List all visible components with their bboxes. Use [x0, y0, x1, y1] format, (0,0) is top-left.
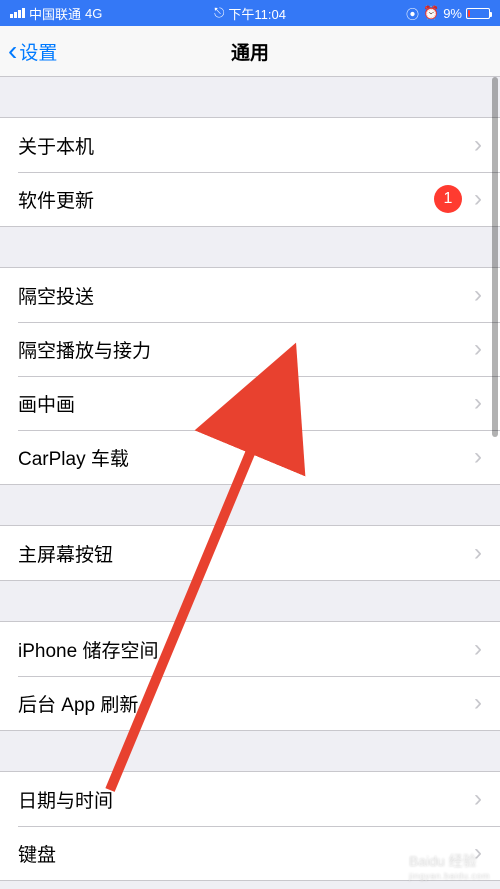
nav-bar: ‹ 设置 通用	[0, 26, 500, 77]
group-spacer	[0, 77, 500, 117]
status-bar: 中国联通 4G ⎋ 下午11:04 ⦿ ⏰ 9%	[0, 0, 500, 26]
row-label: 隔空投送	[18, 282, 474, 309]
group-spacer	[0, 227, 500, 267]
notification-badge: 1	[434, 185, 462, 213]
status-center: ⎋ 下午11:04	[214, 4, 286, 23]
chevron-left-icon: ‹	[8, 37, 17, 65]
status-left: 中国联通 4G	[10, 4, 102, 23]
row-label: 软件更新	[18, 186, 434, 213]
chevron-right-icon: ›	[474, 131, 482, 159]
row-label: 日期与时间	[18, 786, 474, 813]
hotspot-icon: ⎋	[214, 5, 224, 21]
group-spacer	[0, 731, 500, 771]
settings-row[interactable]: 画中画›	[0, 376, 500, 430]
back-button[interactable]: ‹ 设置	[0, 37, 65, 65]
network-label: 4G	[85, 6, 102, 21]
settings-row[interactable]: 隔空投送›	[0, 268, 500, 322]
status-right: ⦿ ⏰ 9%	[406, 4, 490, 23]
battery-icon	[466, 8, 490, 19]
row-label: 键盘	[18, 840, 474, 867]
row-label: iPhone 储存空间	[18, 636, 474, 663]
row-label: CarPlay 车载	[18, 444, 474, 471]
chevron-right-icon: ›	[474, 539, 482, 567]
row-label: 关于本机	[18, 132, 474, 159]
settings-group: 日期与时间›键盘›	[0, 771, 500, 881]
row-label: 主屏幕按钮	[18, 540, 474, 567]
settings-group: 关于本机› 软件更新1 ›	[0, 117, 500, 227]
settings-group: 隔空投送›隔空播放与接力›画中画›CarPlay 车载›	[0, 267, 500, 485]
settings-row[interactable]: 主屏幕按钮›	[0, 526, 500, 580]
settings-group: 主屏幕按钮›	[0, 525, 500, 581]
orientation-lock-icon: ⦿	[406, 4, 419, 23]
row-label: 隔空播放与接力	[18, 336, 474, 363]
battery-percent: 9%	[443, 6, 462, 21]
settings-group: iPhone 储存空间›后台 App 刷新›	[0, 621, 500, 731]
settings-row[interactable]: 后台 App 刷新›	[0, 676, 500, 730]
settings-row[interactable]: 关于本机›	[0, 118, 500, 172]
chevron-right-icon: ›	[474, 335, 482, 363]
alarm-icon: ⏰	[423, 5, 439, 21]
settings-row[interactable]: 软件更新1 ›	[0, 172, 500, 226]
chevron-right-icon: ›	[474, 635, 482, 663]
chevron-right-icon: ›	[474, 185, 482, 213]
chevron-right-icon: ›	[474, 689, 482, 717]
settings-row[interactable]: 隔空播放与接力›	[0, 322, 500, 376]
row-label: 画中画	[18, 390, 474, 417]
chevron-right-icon: ›	[474, 839, 482, 867]
settings-row[interactable]: 键盘›	[0, 826, 500, 880]
chevron-right-icon: ›	[474, 281, 482, 309]
chevron-right-icon: ›	[474, 389, 482, 417]
scrollbar-thumb[interactable]	[492, 77, 498, 437]
group-spacer	[0, 581, 500, 621]
settings-row[interactable]: iPhone 储存空间›	[0, 622, 500, 676]
content-scroll[interactable]: 关于本机›软件更新1›隔空投送›隔空播放与接力›画中画›CarPlay 车载›主…	[0, 77, 500, 889]
time-label: 下午11:04	[228, 4, 286, 23]
chevron-right-icon: ›	[474, 785, 482, 813]
settings-row[interactable]: 日期与时间›	[0, 772, 500, 826]
chevron-right-icon: ›	[474, 443, 482, 471]
row-label: 后台 App 刷新	[18, 690, 474, 717]
group-spacer	[0, 485, 500, 525]
signal-icon	[10, 8, 25, 18]
settings-row[interactable]: CarPlay 车载›	[0, 430, 500, 484]
carrier-label: 中国联通	[29, 4, 81, 23]
back-label: 设置	[19, 38, 57, 65]
page-title: 通用	[231, 38, 269, 65]
